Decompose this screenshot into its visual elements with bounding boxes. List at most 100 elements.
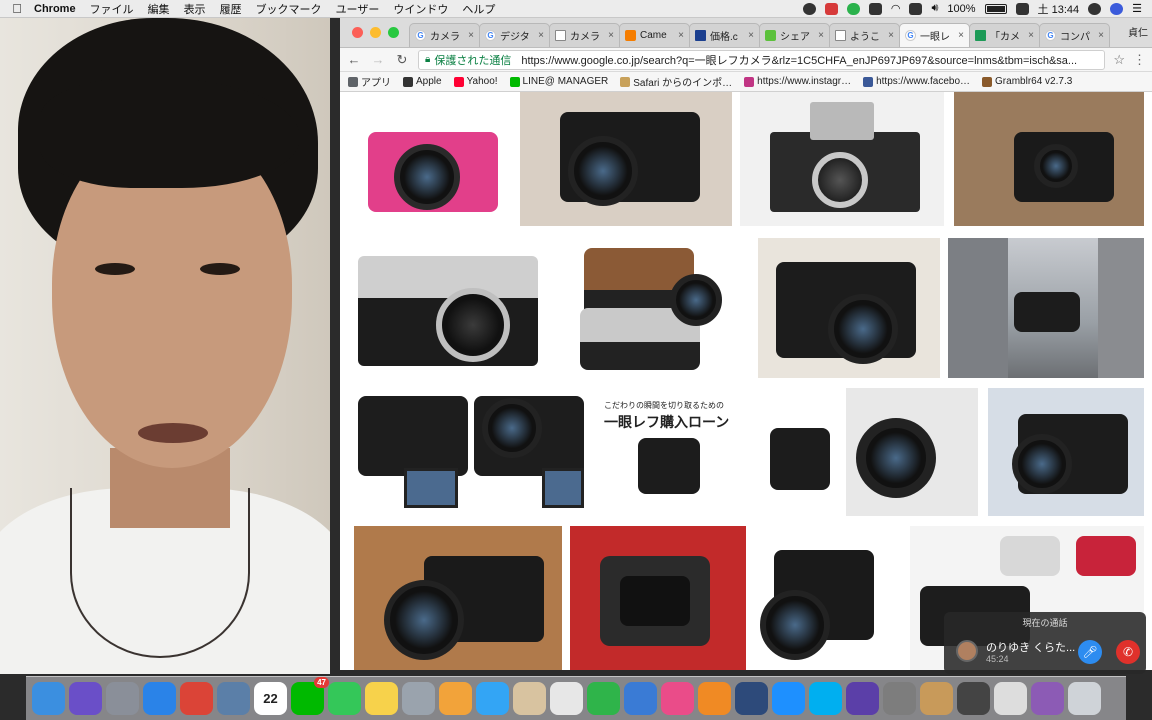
bookmark-5[interactable]: https://www.instagr…	[744, 76, 851, 87]
close-tab-icon[interactable]: ×	[468, 30, 474, 41]
app-status-icon[interactable]	[824, 2, 838, 15]
tab-5[interactable]: シェア ×	[759, 23, 830, 47]
result-image-nikon-d7000[interactable]	[520, 92, 732, 226]
menu-edit[interactable]: 編集	[148, 1, 170, 17]
menu-help[interactable]: ヘルプ	[462, 1, 495, 17]
finder-icon[interactable]	[32, 682, 65, 715]
line-status-icon[interactable]	[846, 2, 860, 15]
lock-icon[interactable]: 🔒︎	[425, 54, 430, 65]
close-tab-icon[interactable]: ×	[678, 30, 684, 41]
back-button[interactable]: ←	[346, 52, 362, 67]
tab-3[interactable]: Came ×	[619, 23, 690, 47]
menu-history[interactable]: 履歴	[220, 1, 242, 17]
hang-up-icon[interactable]: ✆︎	[1116, 640, 1140, 664]
itunes-icon[interactable]	[661, 682, 694, 715]
facetime-icon[interactable]	[328, 682, 361, 715]
skype-icon[interactable]	[809, 682, 842, 715]
image-capture-icon[interactable]	[402, 682, 435, 715]
document-icon[interactable]	[994, 682, 1027, 715]
profile-button[interactable]: 貞仁	[1128, 24, 1148, 39]
bookmark-1[interactable]: Apple	[403, 76, 442, 87]
tab-0[interactable]: G カメラ ×	[409, 23, 480, 47]
spotlight-icon[interactable]	[1088, 2, 1102, 15]
safari-icon[interactable]	[143, 682, 176, 715]
result-image-city-street[interactable]	[948, 238, 1144, 378]
tab-1[interactable]: G デジタ ×	[479, 23, 550, 47]
bookmark-6[interactable]: https://www.facebo…	[863, 76, 970, 87]
result-image-camera-strap[interactable]	[954, 92, 1144, 226]
notes-icon[interactable]	[365, 682, 398, 715]
result-image-nikon-lens[interactable]	[988, 388, 1144, 516]
menu-view[interactable]: 表示	[184, 1, 206, 17]
app-menu[interactable]: Chrome	[34, 3, 76, 15]
battery-icon[interactable]	[984, 3, 1007, 14]
airplay-icon[interactable]	[909, 2, 923, 15]
close-tab-icon[interactable]: ×	[958, 30, 964, 41]
menu-user[interactable]: ユーザー	[336, 1, 380, 17]
screenshot-app-icon[interactable]	[957, 682, 990, 715]
close-tab-icon[interactable]: ×	[608, 30, 614, 41]
tab-6[interactable]: ようこ ×	[829, 23, 900, 47]
input-method-icon[interactable]	[1015, 2, 1029, 15]
contacts-icon[interactable]	[513, 682, 546, 715]
forward-button[interactable]: →	[370, 52, 386, 67]
tab-8[interactable]: 「カメ ×	[969, 23, 1040, 47]
archive-icon[interactable]	[920, 682, 953, 715]
clock[interactable]: 土 13:44	[1038, 1, 1080, 17]
textedit-icon[interactable]	[550, 682, 583, 715]
tab-4[interactable]: 価格.c ×	[689, 23, 760, 47]
result-image-leica-m3[interactable]	[352, 238, 542, 378]
siri-menu-icon[interactable]	[1110, 2, 1124, 15]
numbers-icon[interactable]	[587, 682, 620, 715]
result-image-nikon-zoom[interactable]	[354, 526, 562, 670]
appstore-icon[interactable]	[772, 682, 805, 715]
close-tab-icon[interactable]: ×	[1028, 30, 1034, 41]
stack-icon[interactable]	[1031, 682, 1064, 715]
bookmark-4[interactable]: Safari からのインポ…	[620, 74, 732, 89]
chrome-icon[interactable]	[180, 682, 213, 715]
result-image-camera-loan-ad[interactable]: こだわりの瞬間を切り取るための 一眼レフ購入ローン	[598, 388, 744, 516]
zoom-window-button[interactable]	[388, 27, 399, 38]
call-notification[interactable]: 現在の通話 のりゆき くらた... 45:24 🎤︎ ✆︎	[944, 612, 1146, 674]
result-image-underwater-housing[interactable]	[754, 526, 900, 670]
minimize-window-button[interactable]	[370, 27, 381, 38]
battery-percent[interactable]: 100%	[947, 3, 975, 15]
reload-button[interactable]: ↻	[394, 52, 410, 68]
bookmark-3[interactable]: LINE@ MANAGER	[509, 76, 608, 87]
trash-icon[interactable]	[1068, 682, 1101, 715]
line-icon[interactable]: 47	[291, 677, 329, 715]
apple-menu-icon[interactable]: 	[0, 1, 34, 16]
launchpad-icon[interactable]	[106, 682, 139, 715]
close-window-button[interactable]	[352, 27, 363, 38]
close-tab-icon[interactable]: ×	[538, 30, 544, 41]
quicktime-icon[interactable]	[735, 682, 768, 715]
ibooks-icon[interactable]	[698, 682, 731, 715]
result-image-nikon-d5000[interactable]	[352, 388, 592, 516]
result-image-canon-kiss[interactable]	[758, 238, 940, 378]
close-tab-icon[interactable]: ×	[888, 30, 894, 41]
calendar-icon[interactable]: 22	[254, 682, 287, 715]
notification-center-icon[interactable]: ☰	[1132, 2, 1142, 15]
record-status-icon[interactable]	[802, 2, 816, 15]
keynote-icon[interactable]	[624, 682, 657, 715]
url-text[interactable]: https://www.google.co.jp/search?q=一眼レフカメ…	[521, 52, 1077, 68]
microphone-icon[interactable]: 🎤︎	[1078, 640, 1102, 664]
result-image-sony-qx10[interactable]	[846, 388, 978, 516]
messages-icon[interactable]	[476, 682, 509, 715]
result-image-canon-1d[interactable]	[760, 388, 840, 516]
bookmark-0[interactable]: アプリ	[348, 74, 391, 89]
photos-icon[interactable]	[439, 682, 472, 715]
close-tab-icon[interactable]: ×	[1098, 30, 1104, 41]
tab-2[interactable]: カメラ ×	[549, 23, 620, 47]
result-image-fujifilm-xm1[interactable]	[570, 238, 738, 378]
result-image-vintage-rangefinder[interactable]	[740, 92, 944, 226]
menu-file[interactable]: ファイル	[90, 1, 134, 17]
wifi-icon[interactable]: ◠	[891, 2, 901, 15]
evernote-status-icon[interactable]	[868, 2, 882, 15]
close-tab-icon[interactable]: ×	[748, 30, 754, 41]
menu-bookmarks[interactable]: ブックマーク	[256, 1, 322, 17]
tab-9[interactable]: G コンパ ×	[1039, 23, 1110, 47]
security-label[interactable]: 保護された通信	[434, 52, 511, 68]
volume-icon[interactable]: 🔊︎	[931, 2, 938, 15]
system-preferences-icon[interactable]	[883, 682, 916, 715]
